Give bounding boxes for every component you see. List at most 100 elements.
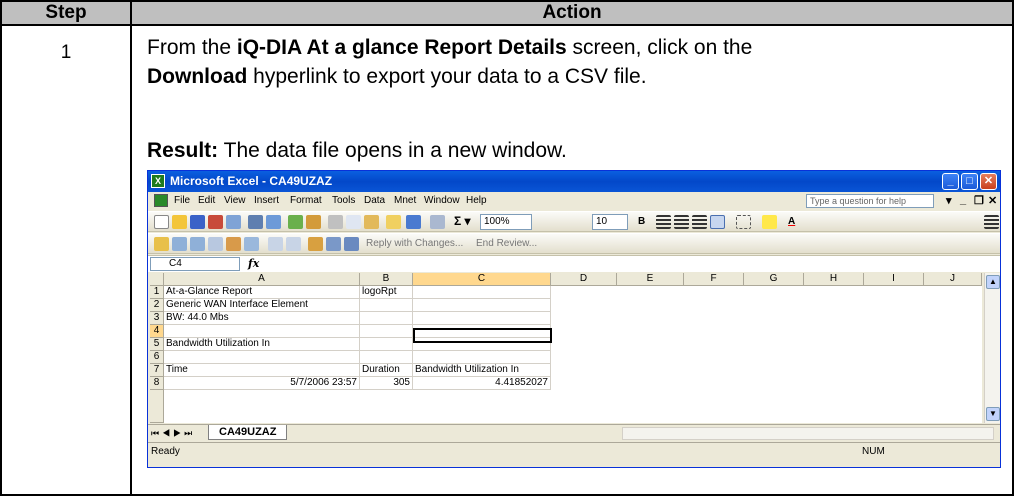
print-icon[interactable] xyxy=(248,215,263,229)
fx-icon[interactable]: fx xyxy=(248,257,259,270)
print-icon-2[interactable] xyxy=(326,237,341,251)
copy-icon[interactable] xyxy=(346,215,361,229)
cell-a2[interactable]: Generic WAN Interface Element xyxy=(164,299,360,312)
borders-icon[interactable] xyxy=(736,215,751,229)
align-right-icon[interactable] xyxy=(692,215,707,229)
column-header-g[interactable]: G xyxy=(744,273,804,286)
column-header-h[interactable]: H xyxy=(804,273,864,286)
cell-c6[interactable] xyxy=(413,351,551,364)
row-header[interactable]: 7 xyxy=(150,364,164,377)
folder-icon[interactable] xyxy=(154,237,169,251)
menu-window[interactable]: Window xyxy=(424,195,460,206)
excel-titlebar[interactable]: X Microsoft Excel - CA49UZAZ _ □ ✕ xyxy=(148,171,1000,192)
cell-c1[interactable] xyxy=(413,286,551,299)
column-header-d[interactable]: D xyxy=(551,273,617,286)
select-all-corner[interactable] xyxy=(150,273,164,286)
menu-view[interactable]: View xyxy=(224,195,246,206)
bullets-icon[interactable] xyxy=(984,215,999,229)
row-header[interactable]: 1 xyxy=(150,286,164,299)
zoom-select[interactable]: 100% xyxy=(480,214,532,230)
merge-center-icon[interactable] xyxy=(710,215,725,229)
maximize-button[interactable]: □ xyxy=(961,173,978,190)
menu-insert[interactable]: Insert xyxy=(254,195,279,206)
show-icon[interactable] xyxy=(268,237,283,251)
paste-icon[interactable] xyxy=(364,215,379,229)
cell-b8[interactable]: 305 xyxy=(360,377,413,390)
menu-format[interactable]: Format xyxy=(290,195,322,206)
cell-b4[interactable] xyxy=(360,325,413,338)
hide-icon[interactable] xyxy=(286,237,301,251)
column-header-i[interactable]: I xyxy=(864,273,924,286)
track-icon[interactable] xyxy=(226,237,241,251)
menu-help[interactable]: Help xyxy=(466,195,487,206)
cell-a5[interactable]: Bandwidth Utilization In xyxy=(164,338,360,351)
cell-a6[interactable] xyxy=(164,351,360,364)
name-box[interactable]: C4 xyxy=(150,257,240,271)
spreadsheet-grid[interactable]: A B C D E F G H I J 1 At-a-Glance Report… xyxy=(150,273,982,423)
cell-b2[interactable] xyxy=(360,299,413,312)
row-header[interactable]: 4 xyxy=(150,325,164,338)
reply-with-changes[interactable]: Reply with Changes... xyxy=(366,238,463,249)
reply-icon[interactable] xyxy=(172,237,187,251)
horizontal-scrollbar[interactable] xyxy=(622,427,994,440)
format-painter-icon[interactable] xyxy=(386,215,401,229)
redo-icon[interactable] xyxy=(430,215,445,229)
scroll-down-icon[interactable]: ▼ xyxy=(986,407,1000,421)
doc-restore-icon[interactable]: ❐ xyxy=(974,194,984,207)
help-search-input[interactable]: Type a question for help xyxy=(806,194,934,208)
align-left-icon[interactable] xyxy=(656,215,671,229)
vertical-scrollbar[interactable]: ▲ ▼ xyxy=(984,273,1000,423)
bold-icon[interactable]: B xyxy=(638,216,645,227)
doc-minimize-icon[interactable]: _ xyxy=(960,194,966,206)
review-icon[interactable] xyxy=(244,237,259,251)
cell-c8[interactable]: 4.41852027 xyxy=(413,377,551,390)
email-icon[interactable] xyxy=(226,215,241,229)
autosum-icon[interactable]: Σ ▾ xyxy=(454,214,471,228)
print-preview-icon[interactable] xyxy=(266,215,281,229)
research-icon[interactable] xyxy=(306,215,321,229)
sheet-tab[interactable]: CA49UZAZ xyxy=(208,425,288,440)
cell-b7[interactable]: Duration xyxy=(360,364,413,377)
row-header[interactable]: 6 xyxy=(150,351,164,364)
scroll-up-icon[interactable]: ▲ xyxy=(986,275,1000,289)
cell-b1[interactable]: logoRpt xyxy=(360,286,413,299)
cell-a3[interactable]: BW: 44.0 Mbs xyxy=(164,312,360,325)
row-header[interactable]: 3 xyxy=(150,312,164,325)
column-header-b[interactable]: B xyxy=(360,273,413,286)
doc-close-icon[interactable]: ✕ xyxy=(988,194,997,207)
cell-c7[interactable]: Bandwidth Utilization In xyxy=(413,364,551,377)
close-button[interactable]: ✕ xyxy=(980,173,997,190)
new-icon[interactable] xyxy=(154,215,169,229)
menu-data[interactable]: Data xyxy=(364,195,385,206)
cell-a1[interactable]: At-a-Glance Report xyxy=(164,286,360,299)
align-center-icon[interactable] xyxy=(674,215,689,229)
column-header-e[interactable]: E xyxy=(617,273,684,286)
menu-mnet[interactable]: Mnet xyxy=(394,195,416,206)
column-header-j[interactable]: J xyxy=(924,273,982,286)
font-color-icon[interactable]: A xyxy=(788,216,795,227)
column-header-a[interactable]: A xyxy=(164,273,360,286)
comment-icon[interactable] xyxy=(208,237,223,251)
attach-icon[interactable] xyxy=(308,237,323,251)
mail-icon[interactable] xyxy=(344,237,359,251)
row-header[interactable]: 5 xyxy=(150,338,164,351)
end-review[interactable]: End Review... xyxy=(476,238,537,249)
column-header-c[interactable]: C xyxy=(413,273,551,286)
undo-icon[interactable] xyxy=(406,215,421,229)
spelling-icon[interactable] xyxy=(288,215,303,229)
forward-icon[interactable] xyxy=(190,237,205,251)
font-size-select[interactable]: 10 xyxy=(592,214,628,230)
minimize-button[interactable]: _ xyxy=(942,173,959,190)
save-icon[interactable] xyxy=(190,215,205,229)
chevron-down-icon[interactable]: ▾ xyxy=(946,194,952,207)
permission-icon[interactable] xyxy=(208,215,223,229)
cell-b3[interactable] xyxy=(360,312,413,325)
row-header[interactable]: 2 xyxy=(150,299,164,312)
fill-color-icon[interactable] xyxy=(762,215,777,229)
menu-edit[interactable]: Edit xyxy=(198,195,215,206)
open-icon[interactable] xyxy=(172,215,187,229)
row-header[interactable]: 8 xyxy=(150,377,164,390)
cell-b5[interactable] xyxy=(360,338,413,351)
menu-file[interactable]: File xyxy=(174,195,190,206)
cut-icon[interactable] xyxy=(328,215,343,229)
